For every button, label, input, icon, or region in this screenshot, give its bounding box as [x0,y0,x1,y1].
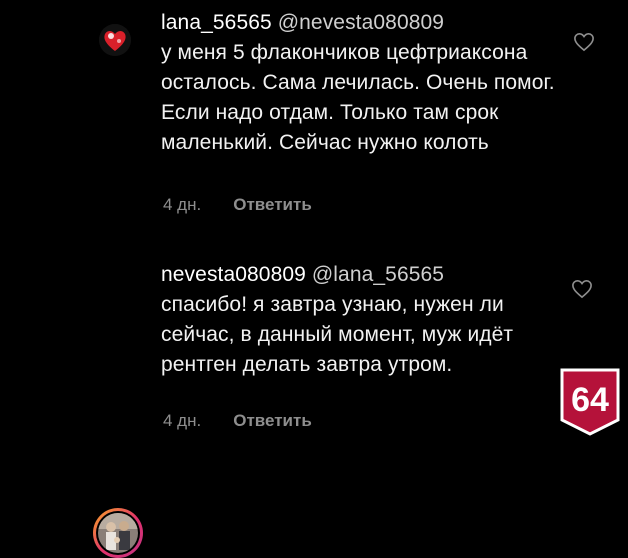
comment-meta: 4 дн. Ответить [163,411,312,431]
red-heart-avatar-icon [99,24,131,56]
reply-button[interactable]: Ответить [233,411,312,431]
comment-time: 4 дн. [163,195,202,214]
comment-body: спасибо! я завтра узнаю, нужен ли сейчас… [161,293,514,376]
comment-time: 4 дн. [163,411,202,430]
comment-text: nevesta080809 @lana_56565 спасибо! я зав… [161,260,561,380]
heart-outline-icon[interactable] [571,279,593,299]
user-avatar[interactable] [93,508,143,558]
comment-text: lana_56565 @nevesta080809 у меня 5 флако… [161,8,561,158]
comment-username[interactable]: nevesta080809 [161,263,306,286]
badge-text: 64 [571,381,609,419]
comment-mention[interactable]: @lana_56565 [312,263,444,286]
heart-outline-icon[interactable] [573,32,595,52]
comment-username[interactable]: lana_56565 [161,11,272,34]
reply-button[interactable]: Ответить [233,195,312,215]
user-avatar[interactable] [99,24,131,56]
comment-body: у меня 5 флакончиков цефтриаксона остало… [161,41,555,154]
comment-meta: 4 дн. Ответить [163,195,312,215]
wedding-photo-avatar-icon [98,513,138,553]
channel-logo-badge: 64 [560,368,620,436]
comment-mention[interactable]: @nevesta080809 [278,11,444,34]
